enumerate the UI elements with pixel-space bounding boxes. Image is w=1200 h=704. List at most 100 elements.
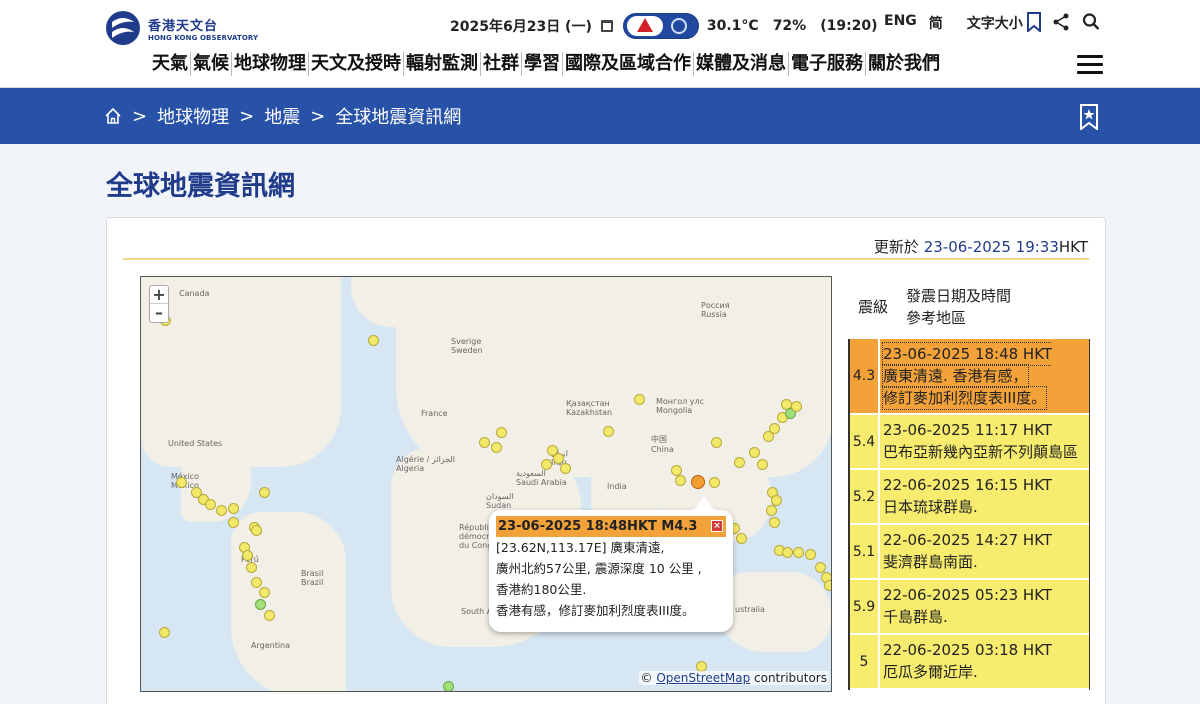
quake-marker[interactable] <box>216 505 227 516</box>
quake-marker[interactable] <box>246 562 257 573</box>
row-time: 23-06-2025 18:48 HKT <box>881 342 1053 366</box>
updated-timezone: HKT <box>1058 238 1088 256</box>
quake-marker[interactable] <box>734 457 745 468</box>
row-magnitude: 5.2 <box>850 470 880 523</box>
quake-marker[interactable] <box>242 550 253 561</box>
breadcrumb-geophysics[interactable]: 地球物理 <box>157 103 229 129</box>
quake-marker[interactable] <box>255 599 266 610</box>
quake-marker[interactable] <box>675 475 686 486</box>
quake-marker[interactable] <box>264 610 275 621</box>
quake-marker[interactable] <box>205 499 216 510</box>
bookmark-icon[interactable] <box>1025 12 1043 32</box>
quake-marker[interactable] <box>259 587 270 598</box>
quake-marker[interactable] <box>603 426 614 437</box>
lang-english-link[interactable]: ENG <box>884 13 917 33</box>
nav-astronomy[interactable]: 天文及授時 <box>309 52 404 76</box>
zoom-in-button[interactable]: + <box>150 286 168 304</box>
hko-logo-icon <box>106 11 140 45</box>
zoom-out-button[interactable]: – <box>150 304 168 322</box>
nav-learning[interactable]: 學習 <box>522 52 563 76</box>
row-details: 22-06-2025 03:18 HKT 厄瓜多爾近岸. <box>880 635 1052 688</box>
quake-marker[interactable] <box>793 547 804 558</box>
table-body: 4.3 23-06-2025 18:48 HKT 廣東清遠. 香港有感， 修訂麥… <box>848 339 1090 690</box>
content-panel: 更新於 23-06-2025 19:33HKT Canada United St… <box>106 217 1106 704</box>
quake-marker[interactable] <box>736 533 747 544</box>
quake-marker[interactable] <box>769 517 780 528</box>
table-row[interactable]: 5.4 23-06-2025 11:17 HKT 巴布亞新幾內亞新不列顛島區 <box>850 415 1089 470</box>
humidity: 72% <box>772 18 807 34</box>
breadcrumb: > 地球物理 > 地震 > 全球地震資訊網 <box>104 103 461 129</box>
nav-international[interactable]: 國際及區域合作 <box>563 52 694 76</box>
quake-marker[interactable] <box>251 577 262 588</box>
quake-marker[interactable] <box>634 394 645 405</box>
nav-media[interactable]: 媒體及消息 <box>694 52 789 76</box>
nav-geophysics[interactable]: 地球物理 <box>232 52 309 76</box>
quake-marker[interactable] <box>791 401 802 412</box>
nav-about[interactable]: 關於我們 <box>866 52 942 76</box>
hko-logo[interactable]: 香港天文台 HONG KONG OBSERVATORY <box>104 10 258 46</box>
table-row[interactable]: 5.1 22-06-2025 14:27 HKT 斐濟群島南面. <box>850 525 1089 580</box>
quake-marker[interactable] <box>805 549 816 560</box>
calendar-icon[interactable] <box>600 20 613 32</box>
quake-marker-selected[interactable] <box>691 475 705 489</box>
quake-marker[interactable] <box>769 423 780 434</box>
quake-marker[interactable] <box>443 681 454 691</box>
zoom-control: + – <box>149 285 169 323</box>
quake-marker[interactable] <box>711 437 722 448</box>
quake-marker[interactable] <box>251 525 262 536</box>
search-icon[interactable] <box>1082 12 1100 32</box>
table-row[interactable]: 5.9 22-06-2025 05:23 HKT 千島群島. <box>850 580 1089 635</box>
popup-close-icon[interactable]: × <box>711 520 723 532</box>
table-row[interactable]: 5 22-06-2025 03:18 HKT 厄瓜多爾近岸. <box>850 635 1089 690</box>
quake-marker[interactable] <box>766 505 777 516</box>
breadcrumb-current: 全球地震資訊網 <box>335 107 462 128</box>
quake-marker[interactable] <box>491 442 502 453</box>
quake-marker[interactable] <box>176 477 187 488</box>
quake-marker[interactable] <box>757 459 768 470</box>
popup-line-location: [23.62N,113.17E] 廣東清遠, <box>496 540 665 555</box>
observation-time: (19:20) <box>820 18 878 34</box>
table-row-selected[interactable]: 4.3 23-06-2025 18:48 HKT 廣東清遠. 香港有感， 修訂麥… <box>850 339 1089 415</box>
quake-marker[interactable] <box>824 580 831 591</box>
map-label-usa: United States <box>168 439 223 448</box>
nav-weather[interactable]: 天氣 <box>150 52 191 76</box>
nav-community[interactable]: 社群 <box>481 52 522 76</box>
header-region: 參考地區 <box>906 309 967 327</box>
table-header: 震級 發震日期及時間 參考地區 <box>848 276 1090 339</box>
quake-marker[interactable] <box>228 517 239 528</box>
osm-link[interactable]: OpenStreetMap <box>656 671 750 685</box>
map-label-sudan: السودان Sudan <box>486 492 514 510</box>
map-label-russia: Россия Russia <box>701 301 730 319</box>
map-label-kazakhstan: Қазақстан Kazakhstan <box>566 399 613 417</box>
header-datetime: 發震日期及時間 <box>906 287 1012 305</box>
nav-eservices[interactable]: 電子服務 <box>789 52 866 76</box>
table-row[interactable]: 5.2 22-06-2025 16:15 HKT 日本琉球群島. <box>850 470 1089 525</box>
quake-marker[interactable] <box>479 437 490 448</box>
quake-marker[interactable] <box>782 547 793 558</box>
breadcrumb-earthquake[interactable]: 地震 <box>264 103 300 129</box>
quake-marker[interactable] <box>560 463 571 474</box>
share-icon[interactable] <box>1052 12 1070 32</box>
hamburger-menu-icon[interactable] <box>1077 55 1103 75</box>
home-icon[interactable] <box>104 107 122 125</box>
earthquake-map[interactable]: Canada United States México Mexico Brasi… <box>140 276 832 692</box>
quake-marker[interactable] <box>159 627 170 638</box>
quake-marker[interactable] <box>553 453 564 464</box>
quake-marker[interactable] <box>368 335 379 346</box>
quake-marker[interactable] <box>228 503 239 514</box>
quake-marker[interactable] <box>541 459 552 470</box>
quake-marker[interactable] <box>709 477 720 488</box>
quake-marker[interactable] <box>259 487 270 498</box>
weather-warning-pill[interactable] <box>622 13 699 39</box>
nav-climate[interactable]: 氣候 <box>191 52 232 76</box>
nav-radiation[interactable]: 輻射監測 <box>404 52 481 76</box>
row-time: 23-06-2025 11:17 HKT <box>883 421 1053 439</box>
lang-simplified-link[interactable]: 简 <box>929 13 943 33</box>
map-label-india: India <box>607 482 627 491</box>
breadcrumb-separator: > <box>132 105 148 127</box>
quake-marker[interactable] <box>496 427 507 438</box>
row-magnitude: 5.4 <box>850 415 880 468</box>
quake-marker[interactable] <box>749 447 760 458</box>
font-size-link[interactable]: 文字大小 <box>967 13 1023 33</box>
bookmark-star-icon[interactable] <box>1079 104 1099 130</box>
